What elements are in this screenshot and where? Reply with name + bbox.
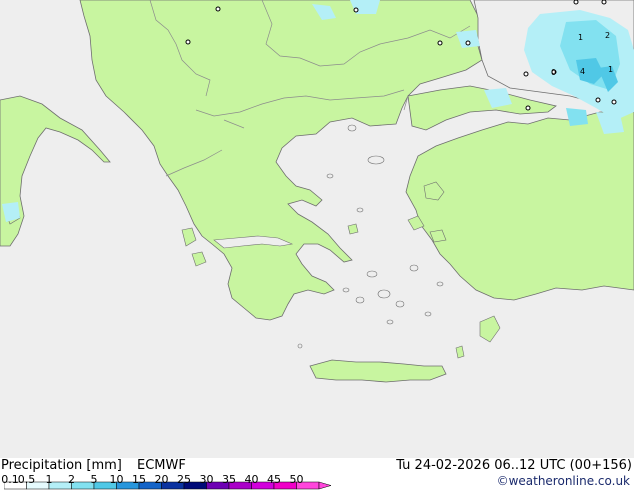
scale-tick-label: 20 [154,473,169,486]
scale-tick-label: 0.1 [1,473,19,486]
credit-link[interactable]: ©weatheronline.co.uk [497,474,630,488]
scale-tick-label: 35 [222,473,236,486]
scale-tick-label: 0.5 [17,473,36,486]
scale-tick-label: 5 [90,473,98,486]
scale-arrow [318,481,332,490]
scale-tick-label: 15 [132,473,146,486]
precip-label: 0 [551,68,556,77]
scale-tick-label: 50 [289,473,304,486]
model-name: ECMWF [137,458,186,473]
scale-tick-label: 45 [267,473,281,486]
scale-tick-label: 10 [109,473,124,486]
scale-tick-label: 30 [199,473,214,486]
precip-label: 1 [608,65,613,74]
validity-time: Tu 24-02-2026 06..12 UTC (00+156) [396,458,632,473]
precip-label: 1 [578,33,583,42]
scale-tick-label: 1 [45,473,53,486]
precip-label: 4 [580,67,585,76]
scale-tick-label: 2 [68,473,75,486]
scale-tick-label: 25 [177,473,191,486]
precipitation-map: 1 2 4 1 0 [0,0,634,458]
map-title: Precipitation [mm] [1,458,122,473]
map-footer: Precipitation [mm] ECMWF Tu 24-02-2026 0… [0,458,634,490]
scale-tick-label: 40 [244,473,259,486]
precip-label: 2 [605,31,610,40]
